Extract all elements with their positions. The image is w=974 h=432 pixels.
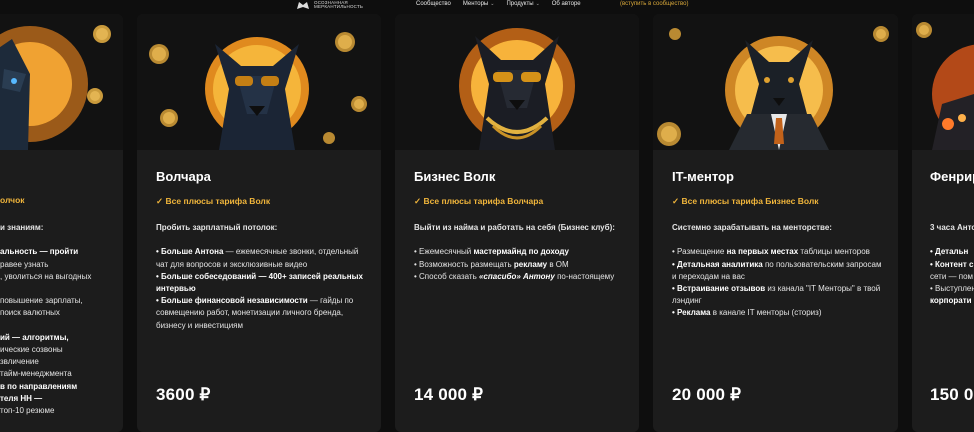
tariff-description: Системно зарабатывать на менторстве: • Р…	[672, 223, 882, 318]
tariff-title: Волчара	[156, 169, 211, 184]
tariff-description: Выйти из найма и работать на себя (Бизне…	[414, 223, 615, 281]
top-navigation: ОСОЗНАННАЯ МЕРКАНТИЛЬНОСТЬ Сообщество Ме…	[0, 0, 974, 10]
tariff-title: Бизнес Волк	[414, 169, 496, 184]
tariff-price: 14 000 ₽	[414, 385, 484, 404]
chevron-down-icon: ⌄	[490, 1, 495, 7]
wolf-illustration	[137, 14, 381, 150]
tariff-card-volchara[interactable]: Волчара ✓ Все плюсы тарифа Волк Пробить …	[137, 14, 381, 432]
logo-line-2: МЕРКАНТИЛЬНОСТЬ	[314, 4, 364, 9]
wolf-gold-chain-art-icon	[395, 14, 639, 150]
nav-item-products[interactable]: Продукты ⌄	[506, 1, 539, 7]
tariff-perk: ✓ Все плюсы тарифа Волк	[156, 196, 271, 206]
wolf-sunglasses-art-icon	[149, 32, 367, 150]
wolf-illustration	[395, 14, 639, 150]
tariff-description: и знаниям: альность — пройти равее узнат…	[0, 223, 92, 416]
wolf-fire-art-icon	[916, 22, 974, 150]
tariff-price: 20 000 ₽	[672, 385, 742, 404]
tariff-price: 3600 ₽	[156, 385, 211, 404]
nav-item-about[interactable]: Об авторе	[552, 1, 581, 7]
nav-item-mentors[interactable]: Менторы ⌄	[463, 1, 495, 7]
chevron-down-icon: ⌄	[535, 1, 540, 7]
wolf-illustration	[653, 14, 898, 150]
tariff-card-it-mentor[interactable]: IT-ментор ✓ Все плюсы тарифа Бизнес Волк…	[653, 14, 898, 432]
tariff-card-partial-left[interactable]: олчок и знаниям: альность — пройти равее…	[0, 14, 123, 432]
tariff-perk: ✓ Все плюсы тарифа Волчара	[414, 196, 544, 206]
site-logo[interactable]: ОСОЗНАННАЯ МЕРКАНТИЛЬНОСТЬ	[296, 0, 363, 10]
join-community-link[interactable]: (вступить в сообщество)	[620, 0, 689, 8]
tariff-title: Фенрир	[930, 169, 974, 184]
wolf-suit-art-icon	[657, 26, 889, 150]
nav-item-community[interactable]: Сообщество	[416, 1, 451, 7]
tariff-description: 3 часа Анто • Детальн • Контент с сети —…	[930, 223, 974, 306]
tariff-card-business-wolf[interactable]: Бизнес Волк ✓ Все плюсы тарифа Волчара В…	[395, 14, 639, 432]
wolf-art-icon	[0, 25, 111, 150]
tariff-title: IT-ментор	[672, 169, 734, 184]
tariff-perk: олчок	[0, 195, 25, 205]
tariff-perk: ✓ Все плюсы тарифа Бизнес Волк	[672, 196, 819, 206]
wolf-illustration	[912, 14, 974, 150]
tariff-card-fenrir-partial[interactable]: Фенрир 3 часа Анто • Детальн • Контент с…	[912, 14, 974, 432]
main-nav: Сообщество Менторы ⌄ Продукты ⌄ Об авторе	[416, 0, 581, 8]
tariff-price: 150 0	[930, 385, 974, 404]
wolf-logo-icon	[297, 1, 309, 9]
tariff-description: Пробить зарплатный потолок: • Больше Ант…	[156, 223, 363, 330]
wolf-illustration	[0, 14, 123, 150]
